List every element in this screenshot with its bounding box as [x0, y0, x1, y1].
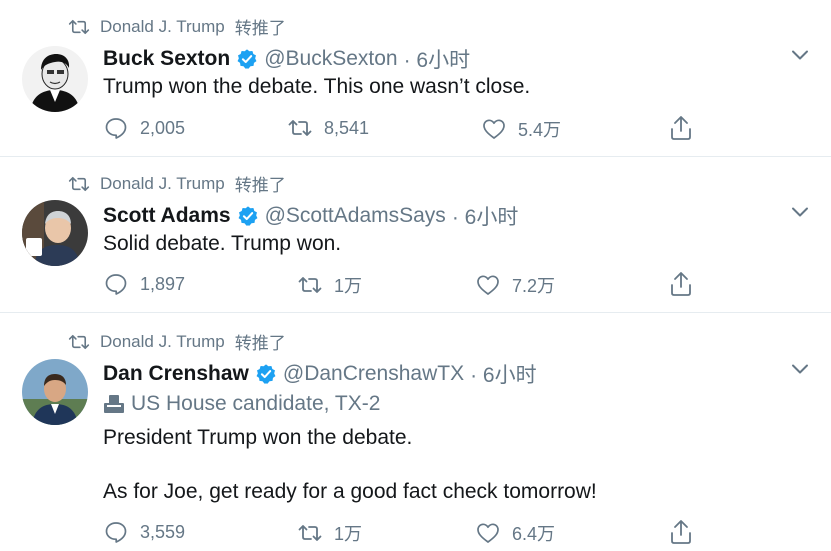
- retweet-button[interactable]: 1万: [298, 520, 362, 546]
- retweet-button[interactable]: 8,541: [288, 116, 369, 140]
- retweet-icon: [68, 176, 90, 192]
- reply-button[interactable]: 1,897: [104, 272, 185, 296]
- like-count: 7.2万: [512, 276, 556, 296]
- retweet-icon: [68, 19, 90, 35]
- tweet-text: President Trump won the debate.: [103, 426, 413, 449]
- tweet-dan-crenshaw[interactable]: Donald J. Trump 转推了 Dan Crenshaw @DanCre…: [0, 313, 831, 551]
- tweet-buck-sexton[interactable]: Donald J. Trump 转推了 Buck Sexton @BuckSex…: [0, 0, 831, 156]
- ballot-box-icon: [104, 395, 124, 413]
- retweet-button[interactable]: 1万: [298, 272, 362, 298]
- candidate-label: US House candidate, TX-2: [103, 392, 380, 416]
- reply-button[interactable]: 2,005: [104, 116, 185, 140]
- like-count: 5.4万: [518, 120, 562, 140]
- retweet-count: 1万: [334, 524, 363, 544]
- timestamp[interactable]: · 6小时: [470, 359, 537, 389]
- chevron-down-icon[interactable]: [790, 48, 810, 62]
- tweet-text-line-2: As for Joe, get ready for a good fact ch…: [103, 480, 597, 503]
- share-icon[interactable]: [669, 271, 693, 297]
- display-name[interactable]: Buck Sexton: [103, 47, 230, 71]
- verified-badge-icon: [255, 363, 277, 385]
- share-icon[interactable]: [669, 115, 693, 141]
- reply-count: 1,897: [140, 273, 186, 294]
- avatar[interactable]: [22, 200, 88, 266]
- timestamp[interactable]: · 6小时: [404, 44, 471, 74]
- retweet-context: Donald J. Trump 转推了: [68, 329, 286, 354]
- retweet-icon: [298, 521, 322, 545]
- like-icon: [476, 521, 500, 545]
- reply-icon: [104, 116, 128, 140]
- reply-count: 3,559: [140, 521, 186, 542]
- tweet-scott-adams[interactable]: Donald J. Trump 转推了 Scott Adams @ScottAd…: [0, 157, 831, 312]
- reply-icon: [104, 272, 128, 296]
- retweeter-name[interactable]: Donald J. Trump: [100, 17, 225, 37]
- tweet-text: Trump won the debate. This one wasn’t cl…: [103, 75, 531, 98]
- retweet-label: 转推了: [234, 19, 286, 38]
- display-name[interactable]: Scott Adams: [103, 204, 231, 228]
- retweet-count: 1万: [334, 276, 363, 296]
- like-icon: [482, 117, 506, 141]
- share-icon[interactable]: [669, 519, 693, 545]
- handle[interactable]: @BuckSexton: [264, 47, 397, 71]
- chevron-down-icon[interactable]: [790, 205, 810, 219]
- reply-count: 2,005: [140, 117, 186, 138]
- retweet-icon: [68, 334, 90, 350]
- like-button[interactable]: 5.4万: [482, 116, 561, 142]
- display-name[interactable]: Dan Crenshaw: [103, 362, 249, 386]
- chevron-down-icon[interactable]: [790, 362, 810, 376]
- retweet-icon: [298, 273, 322, 297]
- verified-badge-icon: [236, 48, 258, 70]
- reply-icon: [104, 520, 128, 544]
- retweet-context: Donald J. Trump 转推了: [68, 171, 286, 196]
- handle[interactable]: @ScottAdamsSays: [265, 204, 446, 228]
- like-count: 6.4万: [512, 524, 556, 544]
- retweet-label: 转推了: [234, 334, 286, 353]
- retweet-label: 转推了: [234, 176, 286, 195]
- like-button[interactable]: 6.4万: [476, 520, 555, 546]
- avatar[interactable]: [22, 46, 88, 112]
- like-button[interactable]: 7.2万: [476, 272, 555, 298]
- retweeter-name[interactable]: Donald J. Trump: [100, 332, 225, 352]
- timestamp[interactable]: · 6小时: [452, 201, 519, 231]
- reply-button[interactable]: 3,559: [104, 520, 185, 544]
- handle[interactable]: @DanCrenshawTX: [283, 362, 464, 386]
- retweet-count: 8,541: [324, 117, 370, 138]
- retweeter-name[interactable]: Donald J. Trump: [100, 174, 225, 194]
- tweet-text: Solid debate. Trump won.: [103, 232, 342, 255]
- candidate-label-text: US House candidate, TX-2: [131, 392, 381, 415]
- retweet-context: Donald J. Trump 转推了: [68, 14, 286, 39]
- retweet-icon: [288, 116, 312, 140]
- verified-badge-icon: [237, 205, 259, 227]
- avatar[interactable]: [22, 359, 88, 425]
- like-icon: [476, 273, 500, 297]
